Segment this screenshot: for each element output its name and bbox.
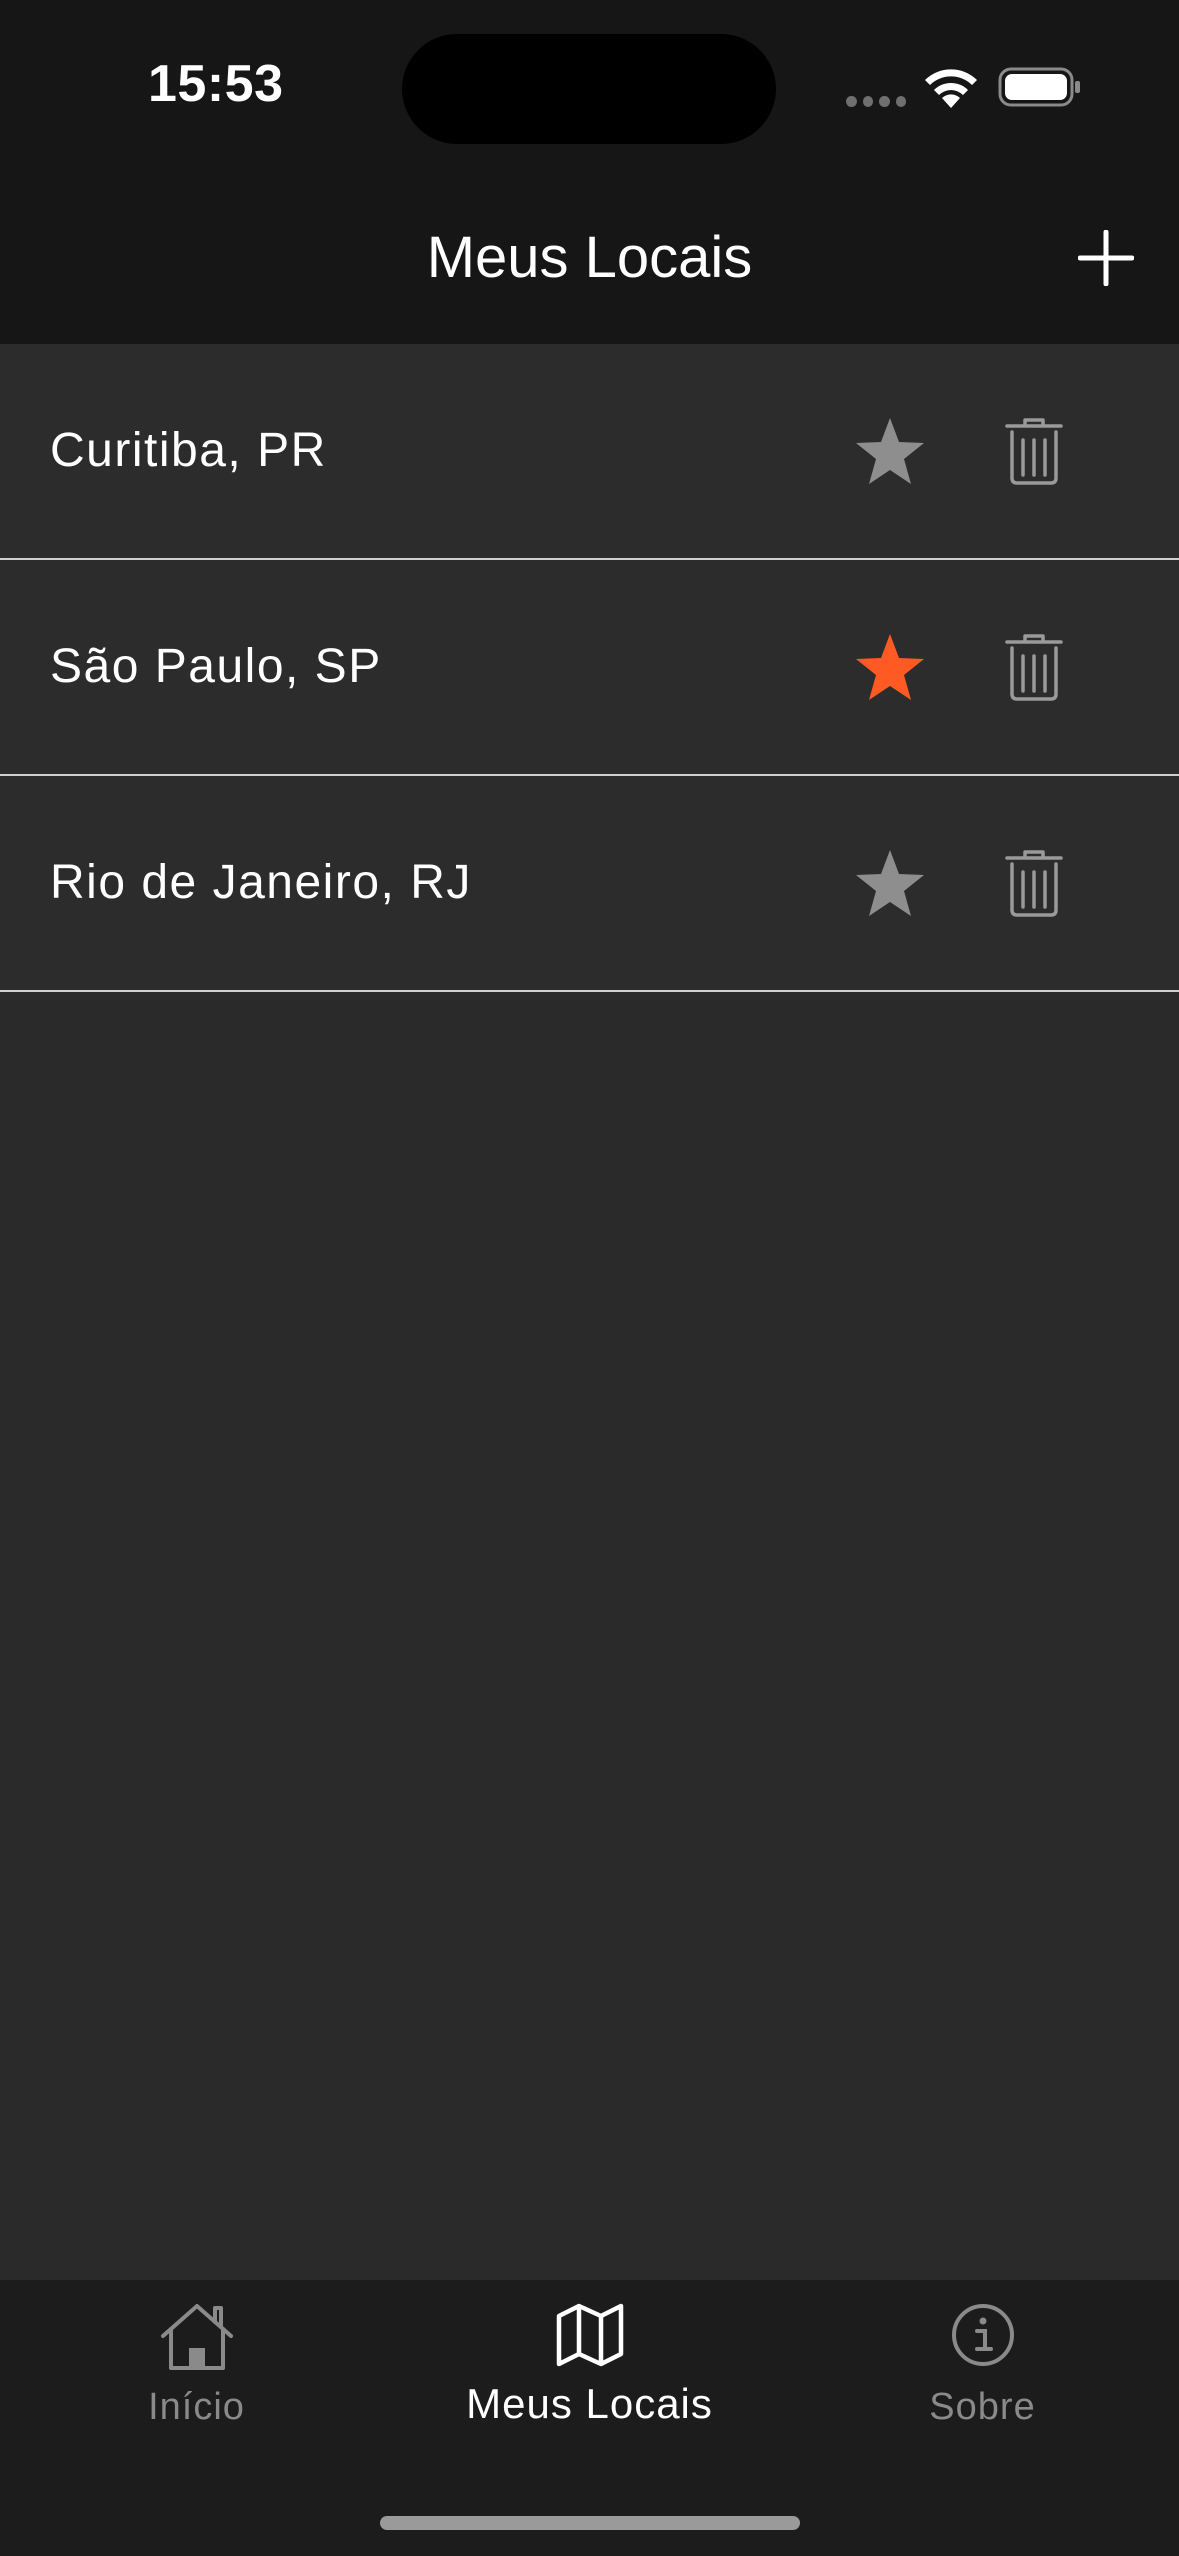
locations-list: Curitiba, PR São Paulo, SP Rio de Janeir… xyxy=(0,344,1179,992)
tab-label: Sobre xyxy=(929,2386,1036,2428)
location-name: Curitiba, PR xyxy=(50,424,327,477)
dynamic-island xyxy=(402,34,776,144)
star-icon xyxy=(856,418,924,484)
list-item[interactable]: Rio de Janeiro, RJ xyxy=(0,776,1179,992)
list-item[interactable]: Curitiba, PR xyxy=(0,344,1179,560)
tab-meus-locais[interactable]: Meus Locais xyxy=(393,2280,786,2450)
star-icon xyxy=(856,850,924,916)
favorite-button[interactable] xyxy=(850,627,930,707)
battery-icon xyxy=(998,67,1080,107)
location-name: São Paulo, SP xyxy=(50,640,382,693)
page-title: Meus Locais xyxy=(426,225,753,290)
house-icon xyxy=(160,2304,233,2370)
list-item[interactable]: São Paulo, SP xyxy=(0,560,1179,776)
tab-label: Meus Locais xyxy=(466,2380,713,2427)
status-time: 15:53 xyxy=(148,55,284,113)
tab-label: Início xyxy=(148,2386,245,2428)
delete-button[interactable] xyxy=(994,411,1074,491)
tab-bar: Início Meus Locais Sobre xyxy=(0,2280,1179,2556)
add-location-button[interactable] xyxy=(1066,218,1146,298)
tab-inicio[interactable]: Início xyxy=(0,2280,393,2450)
cellular-signal-icon xyxy=(846,96,906,108)
favorite-button[interactable] xyxy=(850,411,930,491)
plus-icon xyxy=(1078,230,1134,286)
trash-icon xyxy=(1005,850,1063,917)
trash-icon xyxy=(1005,418,1063,485)
info-icon xyxy=(951,2304,1014,2366)
status-bar: 15:53 xyxy=(0,0,1179,176)
delete-button[interactable] xyxy=(994,843,1074,923)
star-icon xyxy=(856,634,924,700)
trash-icon xyxy=(1005,634,1063,701)
app-screen: 15:53 Meus Locais Curitiba, PR São Paulo… xyxy=(0,0,1179,2556)
tab-sobre[interactable]: Sobre xyxy=(786,2280,1179,2450)
navigation-bar: Meus Locais xyxy=(0,176,1179,344)
map-icon xyxy=(556,2303,623,2367)
wifi-icon xyxy=(925,69,977,108)
delete-button[interactable] xyxy=(994,627,1074,707)
home-indicator[interactable] xyxy=(380,2516,800,2530)
favorite-button[interactable] xyxy=(850,843,930,923)
location-name: Rio de Janeiro, RJ xyxy=(50,856,472,909)
